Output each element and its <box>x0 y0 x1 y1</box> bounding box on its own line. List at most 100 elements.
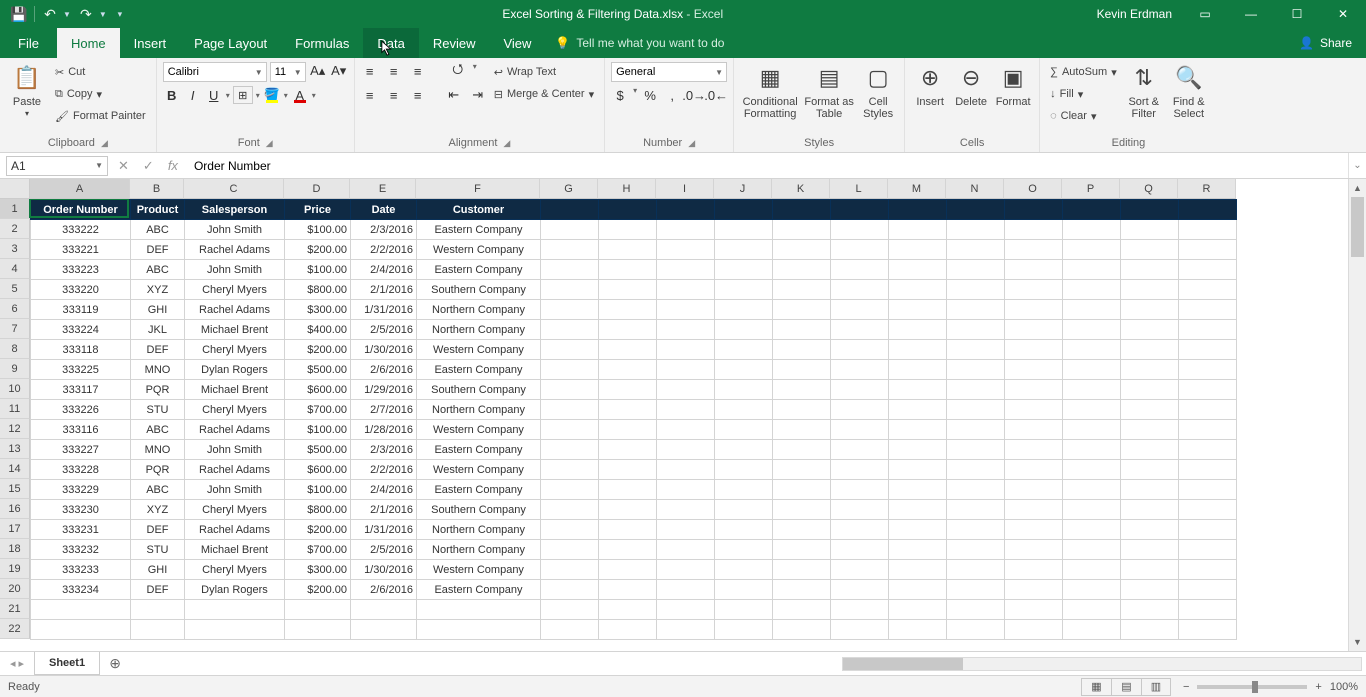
row-head[interactable]: 21 <box>0 599 30 619</box>
border-button[interactable]: ⊞ <box>233 86 253 104</box>
row-head[interactable]: 6 <box>0 299 30 319</box>
increase-indent-button[interactable]: ⇥ <box>469 86 487 104</box>
paste-button[interactable]: 📋 Paste▾ <box>6 62 48 135</box>
horizontal-scrollbar[interactable] <box>842 657 1362 671</box>
autosum-button[interactable]: ∑AutoSum ▾ <box>1046 62 1121 82</box>
row-head[interactable]: 13 <box>0 439 30 459</box>
align-middle-button[interactable]: ≡ <box>385 62 403 80</box>
row-head[interactable]: 9 <box>0 359 30 379</box>
row-head[interactable]: 7 <box>0 319 30 339</box>
row-head[interactable]: 5 <box>0 279 30 299</box>
font-color-button[interactable]: A <box>291 86 309 104</box>
cancel-formula-icon[interactable]: ✕ <box>118 158 129 174</box>
format-cells-button[interactable]: ▣Format <box>993 62 1033 135</box>
row-head[interactable]: 17 <box>0 519 30 539</box>
redo-icon[interactable]: ↷ <box>77 5 95 23</box>
row-head[interactable]: 15 <box>0 479 30 499</box>
increase-decimal-button[interactable]: .0→ <box>685 86 703 104</box>
tell-me-input[interactable]: 💡Tell me what you want to do <box>555 28 724 58</box>
tab-data[interactable]: Data <box>363 28 418 58</box>
italic-button[interactable]: I <box>184 86 202 104</box>
decrease-decimal-button[interactable]: .0← <box>707 86 725 104</box>
name-box[interactable]: A1▼ <box>6 156 108 176</box>
decrease-indent-button[interactable]: ⇤ <box>445 86 463 104</box>
fx-icon[interactable]: fx <box>168 158 178 173</box>
align-center-button[interactable]: ≡ <box>385 86 403 104</box>
align-bottom-button[interactable]: ≡ <box>409 62 427 80</box>
undo-icon[interactable]: ↶ <box>41 5 59 23</box>
col-head-M[interactable]: M <box>888 179 946 199</box>
share-button[interactable]: 👤Share <box>1285 28 1366 58</box>
col-head-A[interactable]: A <box>30 179 130 199</box>
row-head[interactable]: 20 <box>0 579 30 599</box>
tab-formulas[interactable]: Formulas <box>281 28 363 58</box>
scroll-down-icon[interactable]: ▼ <box>1349 633 1366 651</box>
row-head[interactable]: 10 <box>0 379 30 399</box>
number-format-combo[interactable]: ▼ <box>611 62 727 82</box>
sort-filter-button[interactable]: ⇅Sort & Filter <box>1124 62 1164 135</box>
dialog-launcher-icon[interactable]: ◢ <box>266 138 273 149</box>
row-head[interactable]: 8 <box>0 339 30 359</box>
merge-center-button[interactable]: ⊟Merge & Center ▾ <box>490 84 598 104</box>
cells-area[interactable]: Order NumberProductSalespersonPriceDateC… <box>30 199 1348 651</box>
wrap-text-button[interactable]: ↩Wrap Text <box>490 62 598 82</box>
row-head[interactable]: 12 <box>0 419 30 439</box>
save-icon[interactable]: 💾 <box>10 5 28 23</box>
find-select-button[interactable]: 🔍Find & Select <box>1167 62 1211 135</box>
grow-font-button[interactable]: A▴ <box>309 62 327 80</box>
minimize-button[interactable]: — <box>1228 0 1274 28</box>
font-face-combo[interactable]: ▼ <box>163 62 267 82</box>
expand-formula-bar-icon[interactable]: ⌄ <box>1348 153 1366 178</box>
select-all-corner[interactable] <box>0 179 30 199</box>
scroll-thumb[interactable] <box>1351 197 1364 257</box>
col-head-Q[interactable]: Q <box>1120 179 1178 199</box>
clear-button[interactable]: ◌Clear ▾ <box>1046 106 1121 126</box>
align-left-button[interactable]: ≡ <box>361 86 379 104</box>
col-head-B[interactable]: B <box>130 179 184 199</box>
copy-button[interactable]: ⧉Copy ▾ <box>51 84 150 104</box>
maximize-button[interactable]: ☐ <box>1274 0 1320 28</box>
row-head[interactable]: 4 <box>0 259 30 279</box>
cut-button[interactable]: ✂Cut <box>51 62 150 82</box>
column-headers[interactable]: ABCDEFGHIJKLMNOPQR <box>30 179 1236 199</box>
normal-view-button[interactable]: ▦ <box>1081 678 1111 696</box>
sheet-tab-active[interactable]: Sheet1 <box>34 652 100 675</box>
row-head[interactable]: 2 <box>0 219 30 239</box>
vertical-scrollbar[interactable]: ▲ ▼ <box>1348 179 1366 651</box>
tab-file[interactable]: File <box>0 28 57 58</box>
row-headers[interactable]: 12345678910111213141516171819202122 <box>0 199 30 651</box>
col-head-P[interactable]: P <box>1062 179 1120 199</box>
col-head-G[interactable]: G <box>540 179 598 199</box>
row-head[interactable]: 19 <box>0 559 30 579</box>
row-head[interactable]: 11 <box>0 399 30 419</box>
row-head[interactable]: 18 <box>0 539 30 559</box>
user-name[interactable]: Kevin Erdman <box>1087 7 1182 21</box>
align-right-button[interactable]: ≡ <box>409 86 427 104</box>
tab-view[interactable]: View <box>489 28 545 58</box>
tab-insert[interactable]: Insert <box>120 28 181 58</box>
row-head[interactable]: 3 <box>0 239 30 259</box>
dialog-launcher-icon[interactable]: ◢ <box>688 138 695 149</box>
enter-formula-icon[interactable]: ✓ <box>143 158 154 174</box>
percent-format-button[interactable]: % <box>641 86 659 104</box>
comma-format-button[interactable]: , <box>663 86 681 104</box>
col-head-F[interactable]: F <box>416 179 540 199</box>
align-top-button[interactable]: ≡ <box>361 62 379 80</box>
col-head-N[interactable]: N <box>946 179 1004 199</box>
col-head-R[interactable]: R <box>1178 179 1236 199</box>
col-head-L[interactable]: L <box>830 179 888 199</box>
new-sheet-button[interactable]: ⊕ <box>100 655 130 672</box>
bold-button[interactable]: B <box>163 86 181 104</box>
page-layout-view-button[interactable]: ▤ <box>1111 678 1141 696</box>
dialog-launcher-icon[interactable]: ◢ <box>101 138 108 149</box>
row-head[interactable]: 16 <box>0 499 30 519</box>
format-as-table-button[interactable]: ▤Format as Table <box>803 62 855 135</box>
col-head-C[interactable]: C <box>184 179 284 199</box>
row-head[interactable]: 14 <box>0 459 30 479</box>
col-head-H[interactable]: H <box>598 179 656 199</box>
font-size-combo[interactable]: ▼ <box>270 62 306 82</box>
underline-button[interactable]: U <box>205 86 223 104</box>
conditional-formatting-button[interactable]: ▦Conditional Formatting <box>740 62 800 135</box>
cell-styles-button[interactable]: ▢Cell Styles <box>858 62 898 135</box>
dialog-launcher-icon[interactable]: ◢ <box>503 138 510 149</box>
